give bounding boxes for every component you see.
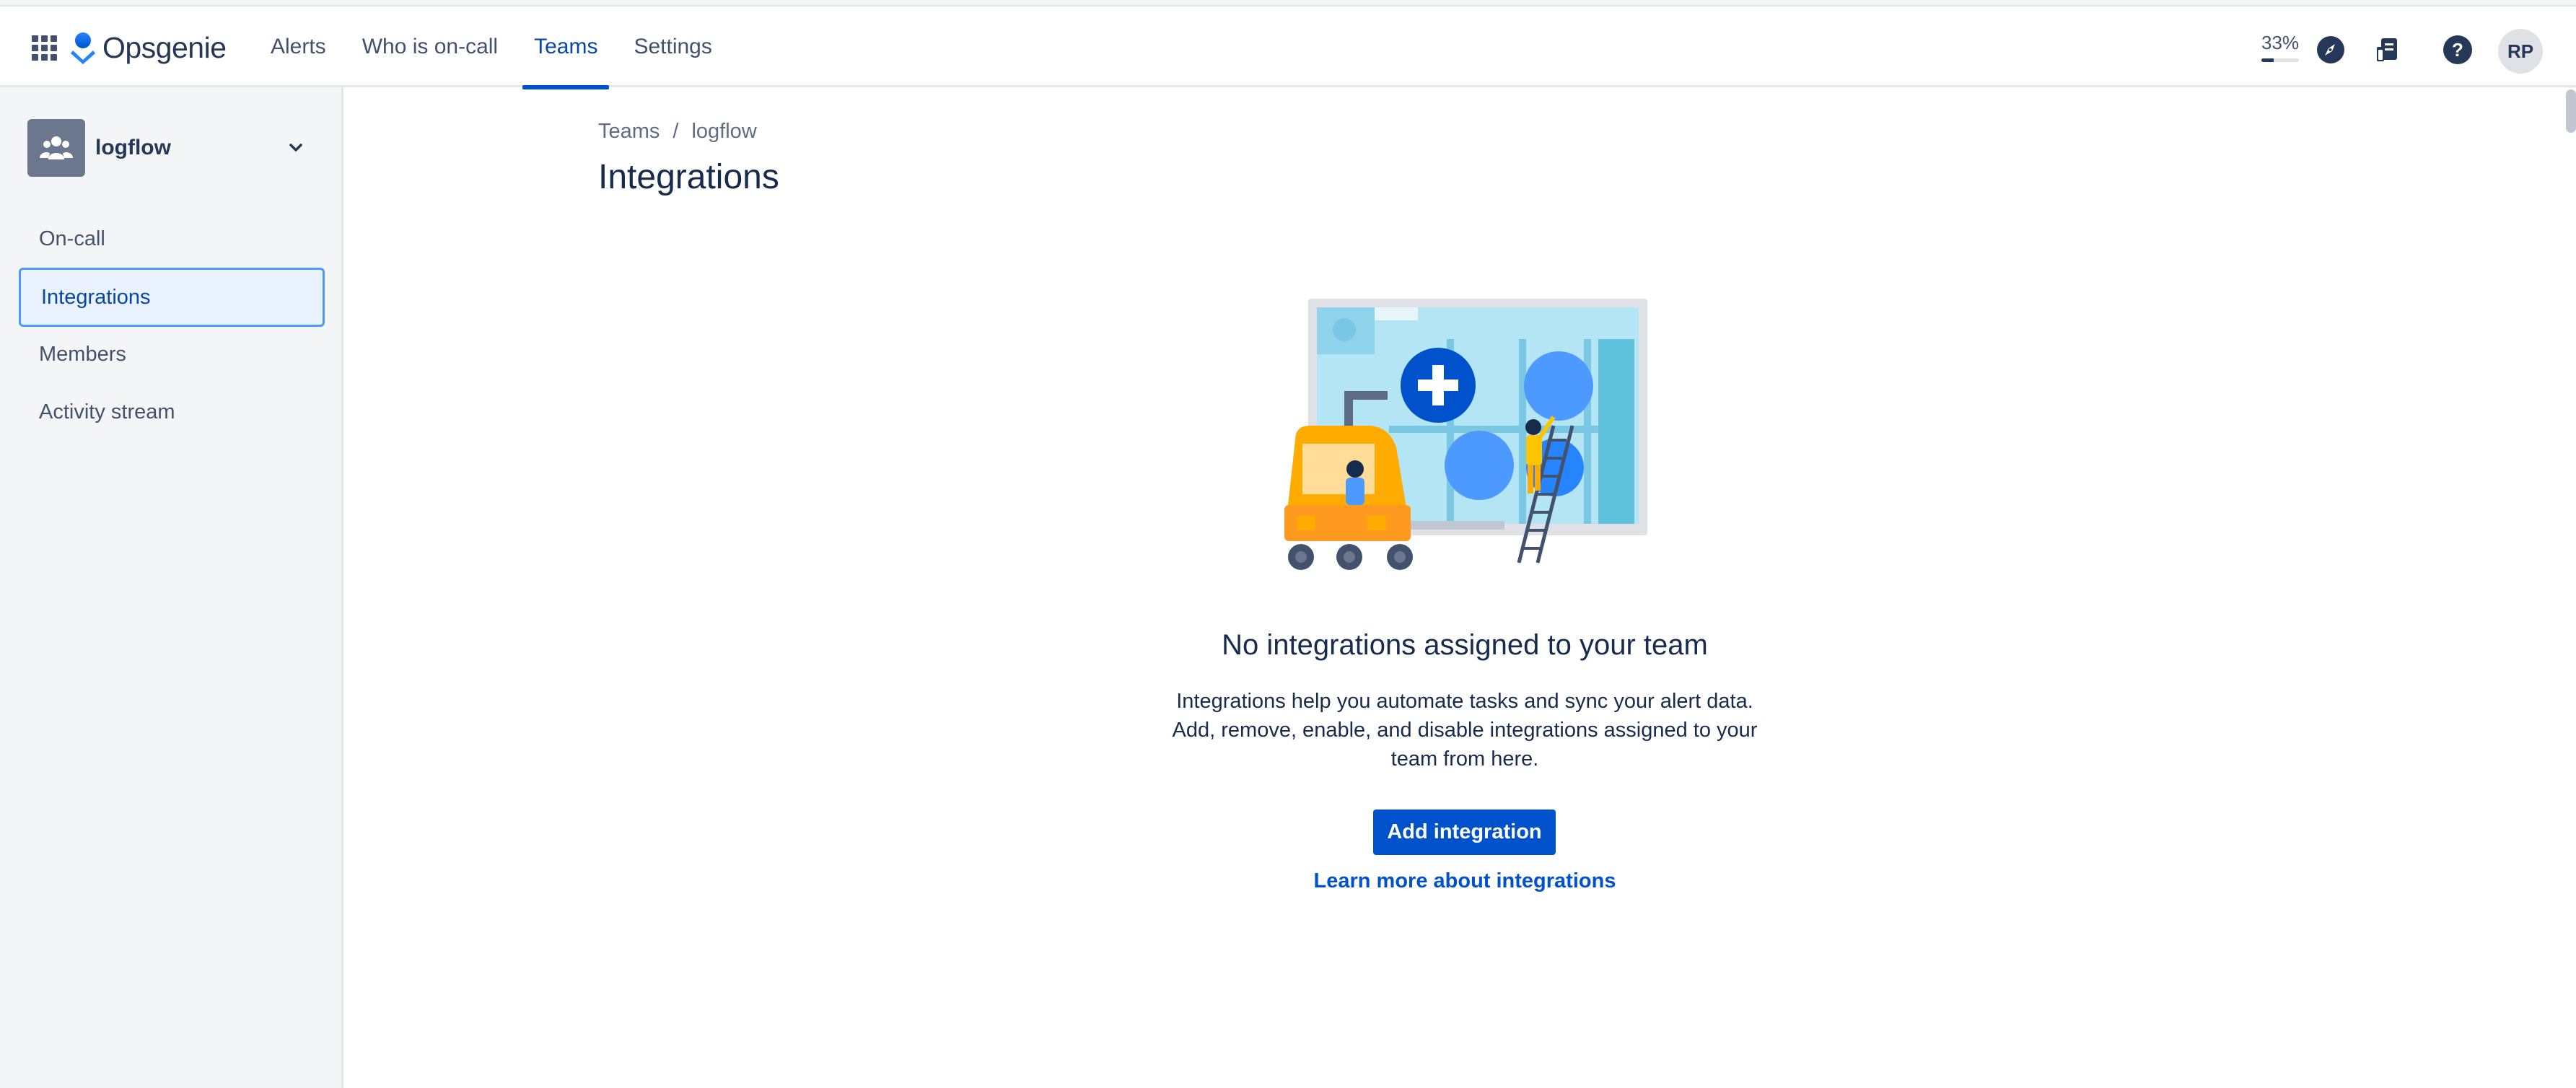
empty-state-description: Integrations help you automate tasks and…	[1172, 690, 1758, 771]
add-integration-button[interactable]: Add integration	[1373, 810, 1556, 855]
svg-text:?: ?	[2452, 39, 2463, 61]
nav-who-is-on-call[interactable]: Who is on-call	[351, 6, 509, 87]
release-notes-icon[interactable]	[2372, 34, 2404, 66]
nav-teams[interactable]: Teams	[522, 6, 610, 89]
team-switcher[interactable]: logflow	[27, 119, 316, 177]
breadcrumb-team[interactable]: logflow	[691, 120, 756, 144]
progress-percent: 33%	[2261, 32, 2300, 53]
team-name: logflow	[95, 136, 171, 159]
compass-icon[interactable]	[2315, 34, 2347, 66]
integrations-empty-illustration	[1284, 299, 1647, 570]
breadcrumb-teams[interactable]: Teams	[598, 120, 660, 144]
progress-bar	[2261, 58, 2299, 62]
chevron-down-icon[interactable]	[284, 136, 307, 159]
breadcrumb: Teams / logflow	[598, 120, 757, 144]
nav-alerts[interactable]: Alerts	[259, 6, 338, 87]
team-menu: On-call Integrations Members Activity st…	[19, 210, 325, 441]
user-avatar[interactable]: RP	[2498, 29, 2543, 74]
team-avatar-icon	[27, 119, 85, 177]
page-scrollbar[interactable]	[2566, 89, 2576, 133]
empty-state-title: No integrations assigned to your team	[1222, 629, 1708, 661]
opsgenie-logo-icon	[71, 32, 95, 64]
nav-settings[interactable]: Settings	[622, 6, 723, 87]
progress-fill	[2261, 58, 2274, 62]
sidebar-item-members[interactable]: Members	[19, 325, 325, 383]
top-navigation-bar: Opsgenie Alerts Who is on-call Teams Set…	[0, 6, 2576, 89]
logo-text: Opsgenie	[102, 30, 227, 64]
help-icon[interactable]: ?	[2442, 34, 2474, 66]
opsgenie-logo[interactable]: Opsgenie	[71, 28, 227, 67]
learn-more-integrations-link[interactable]: Learn more about integrations	[1248, 869, 1681, 893]
primary-nav: Alerts Who is on-call Teams Settings	[259, 6, 737, 89]
onboarding-progress[interactable]: 33%	[2261, 32, 2303, 62]
team-sidebar: logflow On-call Integrations Members Act…	[0, 87, 343, 1088]
sidebar-item-activity-stream[interactable]: Activity stream	[19, 383, 325, 441]
app-switcher-icon[interactable]	[30, 34, 59, 63]
browser-top-strip	[0, 0, 2576, 6]
sidebar-item-integrations[interactable]: Integrations	[19, 268, 325, 327]
page-title: Integrations	[598, 158, 779, 196]
breadcrumb-separator: /	[673, 120, 679, 143]
sidebar-item-on-call[interactable]: On-call	[19, 210, 325, 268]
